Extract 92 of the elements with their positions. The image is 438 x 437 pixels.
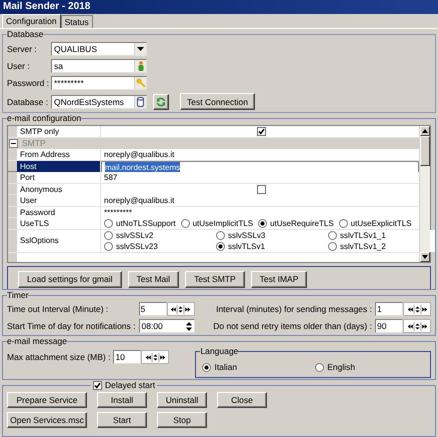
radio-label[interactable]: Italian — [214, 362, 238, 373]
number-field[interactable]: 5 — [138, 302, 167, 316]
action-button[interactable]: Test IMAP — [250, 270, 308, 288]
scroll-up-icon[interactable] — [422, 129, 428, 133]
spin-buttons[interactable] — [403, 319, 431, 333]
input-field[interactable]: QNordEstSystems — [51, 94, 147, 108]
time-field[interactable]: 08:00 — [138, 319, 195, 333]
field-label: Database : — [7, 96, 50, 106]
property-value[interactable]: noreply@qualibus.it — [104, 149, 174, 160]
action-button[interactable]: Load settings for gmail — [18, 270, 122, 288]
service-button[interactable]: Uninstall — [157, 392, 207, 408]
key-icon — [136, 78, 146, 88]
checkbox[interactable] — [257, 127, 266, 136]
radio-label[interactable]: sslvTLSv1_1 — [340, 230, 386, 240]
radio-button[interactable] — [202, 363, 212, 372]
property-name[interactable]: Anonymous — [17, 184, 101, 194]
radio-label[interactable]: sslvTLSv1 — [228, 240, 265, 252]
radio-button[interactable] — [104, 242, 113, 250]
radio-label[interactable]: sslvSSLv3 — [228, 230, 266, 240]
property-name[interactable]: SMTP only — [17, 126, 101, 137]
radio-label[interactable]: utUseImplicitTLS — [192, 218, 254, 229]
radio-label[interactable]: English — [327, 362, 356, 373]
radio-button[interactable] — [104, 230, 113, 240]
field-label: Time out Interval (Minute) : — [7, 304, 110, 314]
radio-button[interactable] — [216, 230, 225, 240]
action-button[interactable]: Test SMTP — [185, 270, 245, 288]
field-label: Server : — [7, 44, 38, 54]
number-field[interactable]: 90 — [375, 319, 403, 333]
spin-buttons[interactable] — [403, 302, 431, 316]
up-down-arrows-icon[interactable] — [184, 320, 193, 332]
refresh-button[interactable] — [153, 94, 169, 110]
number-field[interactable]: 10 — [113, 350, 142, 364]
scrollbar[interactable] — [419, 126, 430, 262]
input-field[interactable]: ********* — [51, 76, 147, 90]
service-button[interactable]: Open Services.msc — [7, 412, 87, 428]
action-button[interactable]: Test Mail — [128, 270, 180, 288]
person-icon — [138, 61, 144, 71]
service-button[interactable]: Stop — [157, 412, 207, 428]
refresh-icon — [156, 96, 166, 106]
input-field[interactable]: sa — [51, 59, 147, 73]
radio-button[interactable] — [258, 219, 268, 228]
group-title: Language — [200, 347, 238, 356]
spin-buttons[interactable] — [166, 302, 195, 316]
radio-button[interactable] — [216, 242, 225, 250]
property-value[interactable]: noreply@qualibus.it — [104, 195, 174, 206]
checkbox[interactable] — [93, 381, 102, 390]
scroll-down-icon[interactable] — [422, 255, 428, 259]
database-icon — [137, 96, 144, 106]
field-label: User : — [7, 61, 31, 71]
property-name[interactable]: Password — [17, 206, 101, 218]
test-connection-button[interactable]: Test Connection — [180, 93, 255, 110]
radio-label[interactable]: utNoTLSSupport — [116, 218, 176, 229]
group-title: Database — [7, 30, 44, 39]
checkbox[interactable] — [257, 184, 266, 194]
category-label: SMTP — [22, 138, 46, 148]
number-field[interactable]: 1 — [375, 302, 403, 316]
radio-button[interactable] — [338, 219, 348, 228]
radio-label[interactable]: sslvSSLv2 — [116, 230, 154, 240]
property-value[interactable]: ********* — [104, 206, 132, 218]
radio-button[interactable] — [315, 363, 324, 372]
field-label: Do not send retry items older than (days) : — [213, 321, 373, 331]
radio-button[interactable] — [180, 219, 190, 228]
property-value[interactable]: 587 — [104, 172, 118, 183]
property-name[interactable]: SslOptions — [17, 230, 101, 252]
property-value[interactable]: mail.nordest.systems — [105, 162, 180, 172]
group-title: Timer — [7, 291, 28, 300]
field-label: Start Time of day for notifications : — [7, 321, 137, 331]
radio-button[interactable] — [328, 230, 337, 240]
radio-label[interactable]: sslvTLSv1_2 — [340, 240, 386, 252]
spin-buttons[interactable] — [141, 350, 170, 364]
scrollbar-thumb[interactable] — [420, 136, 430, 166]
service-button[interactable]: Install — [97, 392, 147, 408]
property-name[interactable]: Port — [17, 172, 101, 183]
field-label: Password : — [7, 78, 50, 88]
collapse-icon[interactable] — [9, 138, 18, 148]
radio-label[interactable]: utUseRequireTLS — [270, 218, 334, 229]
field-label: Interval (minutes) for sending messages : — [216, 304, 373, 314]
radio-label[interactable]: sslvSSLv23 — [116, 240, 158, 252]
radio-button[interactable] — [328, 242, 337, 250]
dropdown-arrow-icon[interactable] — [137, 47, 144, 51]
group-title: e-mail configuration — [7, 114, 82, 123]
service-button[interactable]: Prepare Service — [7, 392, 87, 408]
radio-button[interactable] — [104, 219, 113, 228]
radio-label[interactable]: utUseExplicitTLS — [350, 218, 412, 229]
field-label: Max attachment size (MB) : — [7, 352, 110, 362]
window-title: Mail Sender - 2018 — [0, 0, 438, 14]
tab[interactable]: Status — [60, 15, 93, 28]
tab[interactable]: Configuration — [2, 14, 61, 28]
server-dropdown[interactable]: QUALIBUS — [51, 42, 147, 56]
service-button[interactable]: Close — [217, 392, 267, 408]
group-title: e-mail message — [7, 337, 67, 346]
service-button[interactable]: Start — [97, 412, 147, 428]
